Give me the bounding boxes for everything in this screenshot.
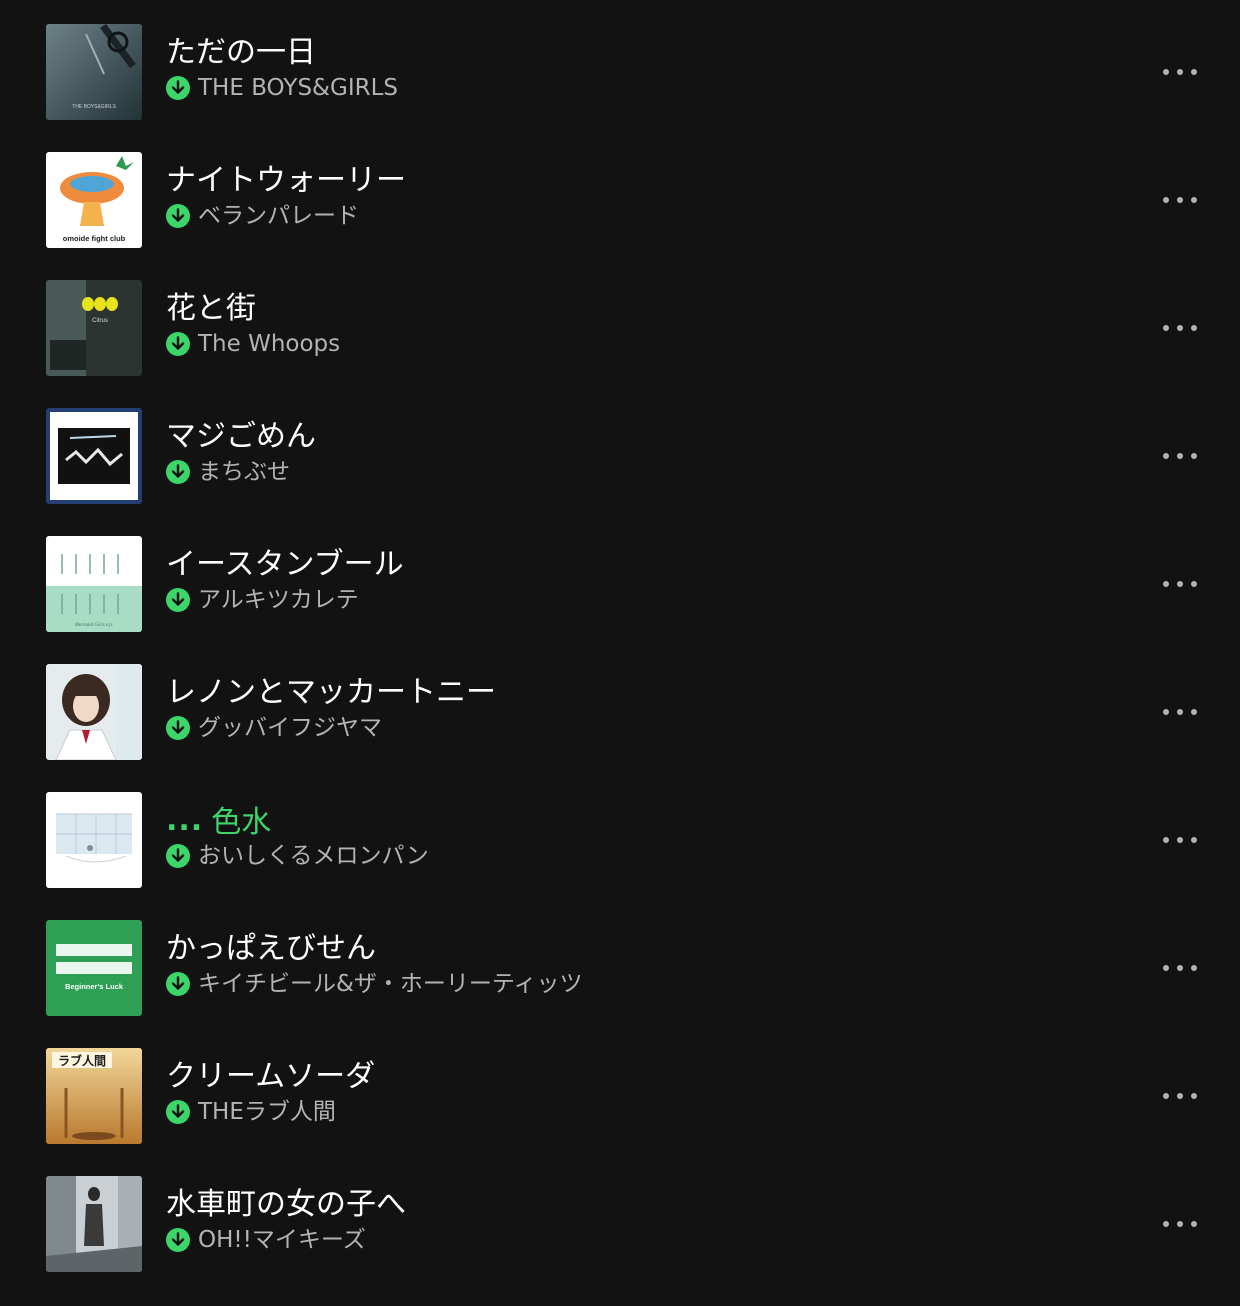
album-cover[interactable]: omoide fight club	[46, 152, 142, 248]
track-title: かっぱえびせん	[166, 931, 376, 966]
artist-name: グッバイフジヤマ	[198, 715, 382, 741]
album-cover[interactable]	[46, 408, 142, 504]
album-cover[interactable]	[46, 664, 142, 760]
svg-text:Beginner's Luck: Beginner's Luck	[65, 982, 124, 991]
svg-text:Citrus: Citrus	[92, 318, 108, 324]
more-options-icon	[1163, 1221, 1197, 1227]
album-cover-art: Mermaid Girls e.p.	[46, 536, 142, 632]
album-cover-art: omoide fight club	[46, 152, 142, 248]
artist-name: The Whoops	[198, 331, 341, 357]
track-row[interactable]: THE BOYS&GIRLS ただの一日 THE BOYS&GIRLS	[0, 0, 1240, 128]
track-title: ナイトウォーリー	[166, 163, 406, 198]
more-options-button[interactable]	[1152, 1078, 1208, 1114]
svg-text:THE BOYS&GIRLS: THE BOYS&GIRLS	[72, 104, 116, 110]
album-cover-art	[46, 792, 142, 888]
track-row[interactable]: マジごめん まちぶせ	[0, 384, 1240, 512]
track-title: ただの一日	[166, 35, 316, 70]
more-options-icon	[1163, 69, 1197, 75]
download-circle-icon	[166, 76, 190, 100]
track-row[interactable]: Beginner's Luck かっぱえびせん キイチビール&ザ・ホーリーティッ…	[0, 896, 1240, 1024]
svg-text:Mermaid Girls e.p.: Mermaid Girls e.p.	[74, 623, 113, 628]
more-options-button[interactable]	[1152, 310, 1208, 346]
more-options-button[interactable]	[1152, 822, 1208, 858]
album-cover-art: Citrus	[46, 280, 142, 376]
artist-name: THEラブ人間	[198, 1099, 336, 1125]
more-options-icon	[1163, 1093, 1197, 1099]
artist-name: ベランパレード	[198, 203, 359, 229]
artist-name: おいしくるメロンパン	[198, 843, 429, 869]
track-title: レノンとマッカートニー	[166, 675, 496, 710]
more-options-icon	[1163, 837, 1197, 843]
track-title: 水車町の女の子へ	[166, 1187, 406, 1222]
download-circle-icon	[166, 588, 190, 612]
more-options-button[interactable]	[1152, 1206, 1208, 1242]
equalizer-icon: ...	[166, 803, 204, 838]
more-options-button[interactable]	[1152, 950, 1208, 986]
artist-name: まちぶせ	[198, 459, 290, 485]
svg-text:omoide fight club: omoide fight club	[63, 234, 126, 243]
svg-text:ラブ人間: ラブ人間	[58, 1053, 106, 1068]
download-circle-icon	[166, 204, 190, 228]
download-circle-icon	[166, 1100, 190, 1124]
track-subtitle: THEラブ人間	[166, 1097, 336, 1127]
album-cover-art	[46, 1176, 142, 1272]
track-subtitle: The Whoops	[166, 329, 340, 359]
download-circle-icon	[166, 332, 190, 356]
more-options-button[interactable]	[1152, 438, 1208, 474]
artist-name: THE BOYS&GIRLS	[198, 75, 398, 101]
more-options-icon	[1163, 709, 1197, 715]
track-title: イースタンブール	[166, 547, 404, 582]
track-subtitle: おいしくるメロンパン	[166, 841, 429, 871]
track-subtitle: グッバイフジヤマ	[166, 713, 382, 743]
track-title: クリームソーダ	[166, 1059, 376, 1094]
more-options-icon	[1163, 965, 1197, 971]
track-subtitle: まちぶせ	[166, 457, 290, 487]
track-row-now-playing[interactable]: ... 色水 おいしくるメロンパン	[0, 768, 1240, 896]
track-row[interactable]: 水車町の女の子へ OH!!マイキーズ	[0, 1152, 1240, 1280]
more-options-icon	[1163, 581, 1197, 587]
track-title: 花と街	[166, 291, 256, 326]
track-subtitle: ベランパレード	[166, 201, 359, 231]
album-cover[interactable]: Citrus	[46, 280, 142, 376]
track-row[interactable]: omoide fight club ナイトウォーリー ベランパレード	[0, 128, 1240, 256]
download-circle-icon	[166, 844, 190, 868]
track-subtitle: OH!!マイキーズ	[166, 1225, 366, 1255]
track-subtitle: キイチビール&ザ・ホーリーティッツ	[166, 969, 583, 999]
artist-name: アルキツカレテ	[198, 587, 359, 613]
album-cover-art	[46, 408, 142, 504]
more-options-icon	[1163, 453, 1197, 459]
track-title: マジごめん	[166, 419, 316, 454]
artist-name: OH!!マイキーズ	[198, 1227, 366, 1253]
track-row[interactable]: レノンとマッカートニー グッバイフジヤマ	[0, 640, 1240, 768]
track-row[interactable]: Mermaid Girls e.p. イースタンブール アルキツカレテ	[0, 512, 1240, 640]
album-cover-art: THE BOYS&GIRLS	[46, 24, 142, 120]
album-cover-art: ラブ人間	[46, 1048, 142, 1144]
download-circle-icon	[166, 1228, 190, 1252]
artist-name: キイチビール&ザ・ホーリーティッツ	[198, 971, 583, 997]
album-cover[interactable]	[46, 1176, 142, 1272]
track-title: ... 色水	[166, 803, 272, 840]
album-cover[interactable]: Beginner's Luck	[46, 920, 142, 1016]
track-subtitle: アルキツカレテ	[166, 585, 359, 615]
download-circle-icon	[166, 716, 190, 740]
album-cover[interactable]: THE BOYS&GIRLS	[46, 24, 142, 120]
more-options-icon	[1163, 197, 1197, 203]
album-cover[interactable]	[46, 792, 142, 888]
album-cover[interactable]: ラブ人間	[46, 1048, 142, 1144]
album-cover[interactable]: Mermaid Girls e.p.	[46, 536, 142, 632]
more-options-button[interactable]	[1152, 694, 1208, 730]
album-cover-art	[46, 664, 142, 760]
track-list: THE BOYS&GIRLS ただの一日 THE BOYS&GIRLS omoi…	[0, 0, 1240, 1306]
more-options-button[interactable]	[1152, 54, 1208, 90]
track-row[interactable]: ラブ人間 クリームソーダ THEラブ人間	[0, 1024, 1240, 1152]
download-circle-icon	[166, 460, 190, 484]
album-cover-art: Beginner's Luck	[46, 920, 142, 1016]
track-subtitle: THE BOYS&GIRLS	[166, 73, 398, 103]
more-options-button[interactable]	[1152, 566, 1208, 602]
more-options-button[interactable]	[1152, 182, 1208, 218]
download-circle-icon	[166, 972, 190, 996]
track-row[interactable]: Citrus 花と街 The Whoops	[0, 256, 1240, 384]
more-options-icon	[1163, 325, 1197, 331]
